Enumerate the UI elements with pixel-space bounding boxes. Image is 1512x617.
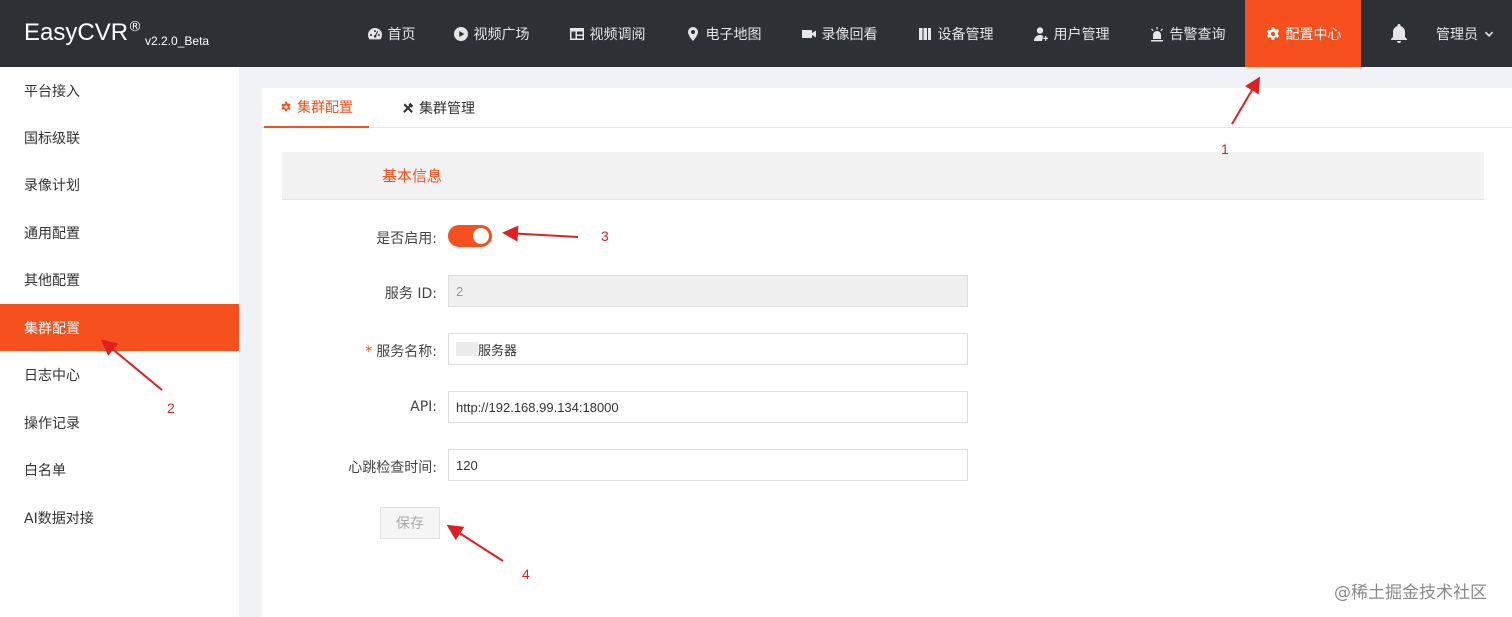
brand-version: v2.2.0_Beta xyxy=(145,34,210,48)
tab-cluster-config[interactable]: 集群配置 xyxy=(264,88,369,128)
tab-bar: 集群配置 集群管理 xyxy=(262,88,1512,128)
enable-toggle[interactable] xyxy=(448,225,492,247)
gear-icon xyxy=(1266,26,1279,40)
sidebar-item-label: 白名单 xyxy=(24,462,66,479)
play-circle-icon xyxy=(453,26,468,41)
nav-item-home[interactable]: 首页 xyxy=(360,0,422,67)
notification-bell-icon[interactable] xyxy=(1388,22,1410,44)
sidebar-item-operation-log[interactable]: 操作记录 xyxy=(0,399,239,446)
sidebar-item-cluster-config[interactable]: 集群配置 xyxy=(0,304,239,351)
sidebar-item-general-config[interactable]: 通用配置 xyxy=(0,209,239,256)
service-id-value: 2 xyxy=(456,283,464,299)
video-camera-icon xyxy=(801,29,816,38)
nav-item-label: 首页 xyxy=(387,26,416,43)
sidebar-item-label: 录像计划 xyxy=(24,177,80,194)
heartbeat-value: 120 xyxy=(456,457,478,473)
redacted-mask xyxy=(456,342,478,356)
sidebar-item-ai-data[interactable]: AI数据对接 xyxy=(0,494,239,541)
main-panel: 集群配置 集群管理 基本信息 是否启用: 服务 ID: 2 * 服务名称: 服务器… xyxy=(262,88,1512,617)
sidebar-item-whitelist[interactable]: 白名单 xyxy=(0,446,239,493)
api-label: API: xyxy=(410,399,437,415)
tab-label: 集群配置 xyxy=(297,100,353,116)
map-pin-icon xyxy=(687,26,698,41)
user-menu[interactable]: 管理员 xyxy=(1436,0,1494,67)
sidebar-item-label: 日志中心 xyxy=(24,367,80,384)
sidebar-item-platform-access[interactable]: 平台接入 xyxy=(0,67,239,114)
nav-item-config[interactable]: 配置中心 xyxy=(1245,0,1361,67)
api-value: http://192.168.99.134:18000 xyxy=(456,399,619,415)
annotation-number-1: 1 xyxy=(1221,141,1229,157)
nav-item-map[interactable]: 电子地图 xyxy=(678,0,768,67)
tools-icon xyxy=(403,102,414,113)
nav-item-alarms[interactable]: 告警查询 xyxy=(1142,0,1232,67)
annotation-number-4: 4 xyxy=(522,566,530,582)
nav-item-label: 告警查询 xyxy=(1169,26,1226,43)
tab-cluster-manage[interactable]: 集群管理 xyxy=(386,88,496,128)
enable-label: 是否启用: xyxy=(376,231,437,247)
basic-info-header: 基本信息 xyxy=(282,152,1484,200)
chevron-down-icon xyxy=(1484,31,1494,37)
sidebar-item-label: 平台接入 xyxy=(24,83,80,100)
sidebar-item-label: 集群配置 xyxy=(24,320,80,337)
nav-item-video-square[interactable]: 视频广场 xyxy=(446,0,536,67)
section-title: 基本信息 xyxy=(382,167,443,185)
required-mark: * xyxy=(365,344,373,360)
watermark: @稀土掘金技术社区 xyxy=(1334,583,1487,603)
nav-item-video-browse[interactable]: 视频调阅 xyxy=(562,0,652,67)
brand-registered-mark: ® xyxy=(128,19,143,35)
service-name-input[interactable]: 服务器 xyxy=(448,333,968,365)
user-icon xyxy=(1033,26,1048,41)
nav-item-label: 录像回看 xyxy=(821,26,878,43)
nav-item-label: 配置中心 xyxy=(1285,26,1342,43)
sidebar-item-label: 其他配置 xyxy=(24,272,80,289)
sidebar-item-gb-cascade[interactable]: 国标级联 xyxy=(0,114,239,161)
tab-label: 集群管理 xyxy=(419,101,475,117)
sidebar-item-label: 通用配置 xyxy=(24,225,80,242)
annotation-number-3: 3 xyxy=(601,228,609,244)
layout-icon xyxy=(569,27,584,40)
nav-item-label: 设备管理 xyxy=(937,26,994,43)
nav-item-users[interactable]: 用户管理 xyxy=(1026,0,1116,67)
alarm-light-icon xyxy=(1150,26,1163,41)
brand-name: EasyCVR xyxy=(24,19,129,46)
service-id-label: 服务 ID: xyxy=(384,286,437,302)
api-input[interactable]: http://192.168.99.134:18000 xyxy=(448,391,968,423)
nav-item-label: 视频调阅 xyxy=(589,26,646,43)
nav-item-label: 视频广场 xyxy=(473,26,530,43)
annotation-number-2: 2 xyxy=(167,400,175,416)
dashboard-icon xyxy=(367,27,382,39)
top-navbar: EasyCVR ® v2.2.0_Beta 首页 视频广场 视频调阅 电子地图 … xyxy=(0,0,1512,67)
sidebar-item-label: AI数据对接 xyxy=(24,510,94,527)
service-name-value: 服务器 xyxy=(478,342,518,358)
service-name-label: 服务名称: xyxy=(376,344,437,360)
columns-icon xyxy=(918,27,931,40)
nav-item-devices[interactable]: 设备管理 xyxy=(910,0,1000,67)
sidebar-item-label: 操作记录 xyxy=(24,415,80,432)
sidebar-item-other-config[interactable]: 其他配置 xyxy=(0,256,239,303)
nav-item-label: 电子地图 xyxy=(705,26,762,43)
service-id-input: 2 xyxy=(448,275,968,307)
nav-item-playback[interactable]: 录像回看 xyxy=(794,0,884,67)
save-button[interactable]: 保存 xyxy=(380,507,440,539)
user-name: 管理员 xyxy=(1436,26,1478,43)
toggle-knob xyxy=(473,228,489,244)
sidebar-item-record-plan[interactable]: 录像计划 xyxy=(0,161,239,208)
heartbeat-input[interactable]: 120 xyxy=(448,449,968,481)
nav-item-label: 用户管理 xyxy=(1053,26,1110,43)
brand-logo[interactable]: EasyCVR ® v2.2.0_Beta xyxy=(24,18,209,48)
sidebar: 平台接入 国标级联 录像计划 通用配置 其他配置 集群配置 日志中心 操作记录 … xyxy=(0,67,239,617)
service-name-label-row: * 服务名称: xyxy=(262,341,437,361)
heartbeat-label: 心跳检查时间: xyxy=(348,460,437,476)
gear-icon xyxy=(281,101,291,112)
sidebar-item-label: 国标级联 xyxy=(24,130,80,147)
sidebar-item-log-center[interactable]: 日志中心 xyxy=(0,351,239,398)
